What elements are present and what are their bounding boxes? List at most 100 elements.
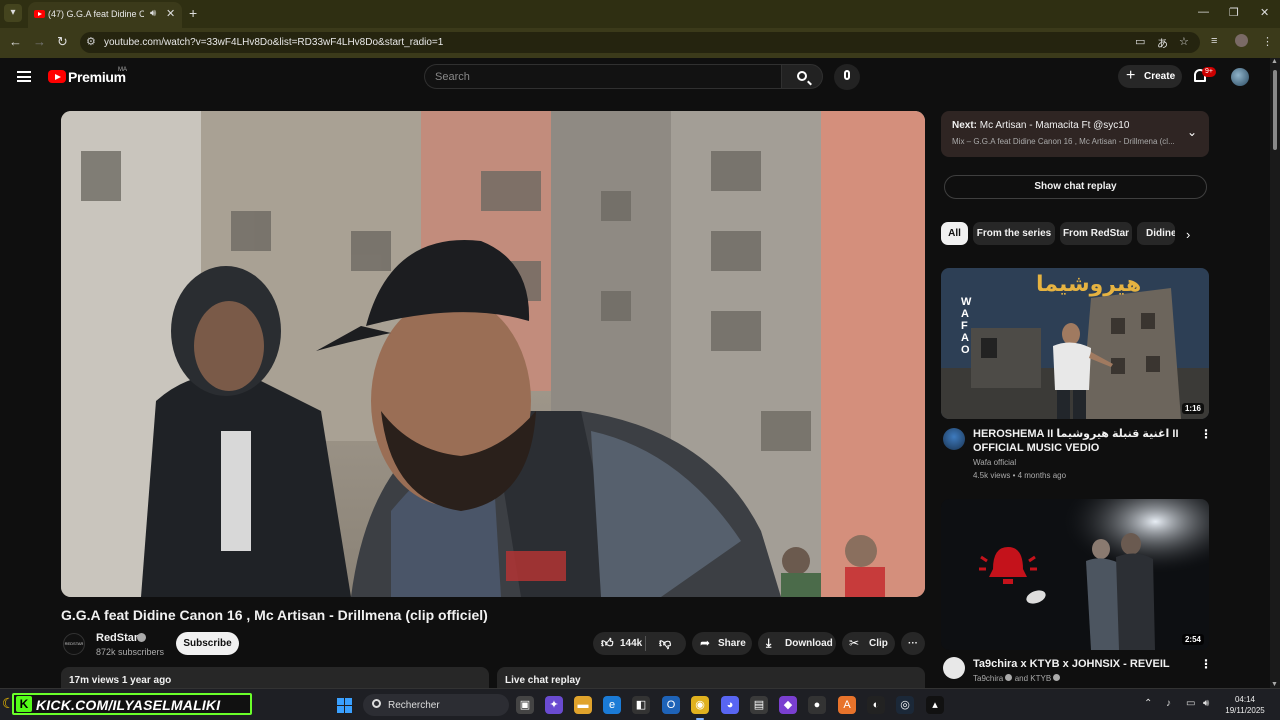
taskbar-search[interactable]: Rechercher <box>363 694 509 716</box>
chip-didine[interactable]: Didine <box>1137 222 1175 245</box>
youtube-favicon-icon <box>34 10 45 18</box>
restore-button[interactable]: ❐ <box>1229 6 1239 19</box>
up-next-title: Next: Mc Artisan - Mamacita Ft @syc10 <box>952 120 1129 131</box>
browser-tab-active[interactable]: (47) G.G.A feat Didine Canon 16 , Mc Art… <box>28 2 182 28</box>
browser-toolbar: ← → ↻ ⚙ youtube.com/watch?v=33wF4LHv8Do&… <box>0 28 1280 58</box>
microphone-tray-icon[interactable]: ♪ <box>1166 698 1171 709</box>
download-button[interactable]: ⤓ Download <box>758 632 836 655</box>
reading-list-icon[interactable]: ≡ <box>1211 35 1217 47</box>
steam-icon[interactable]: ◎ <box>896 696 914 714</box>
site-info-icon[interactable]: ⚙ <box>86 35 96 48</box>
back-arrow-icon[interactable]: ← <box>9 34 22 49</box>
create-label: Create <box>1144 71 1176 82</box>
file-explorer-icon[interactable]: ▬ <box>574 696 592 714</box>
chip-all[interactable]: All <box>941 222 968 245</box>
browser-menu-icon[interactable]: ⋮ <box>1262 35 1273 48</box>
share-button[interactable]: ➦ Share <box>692 632 752 655</box>
video-options-icon[interactable]: ⋮ <box>1200 427 1212 441</box>
live-chat-replay-label: Live chat replay <box>505 675 581 686</box>
scrollbar-thumb[interactable] <box>1273 70 1277 150</box>
account-avatar[interactable] <box>1231 68 1249 86</box>
address-bar[interactable]: ⚙ youtube.com/watch?v=33wF4LHv8Do&list=R… <box>80 32 1200 53</box>
related-video-title[interactable]: Ta9chira x KTYB x JOHNSIX - REVEIL <box>973 657 1183 671</box>
reload-icon[interactable]: ↻ <box>57 34 68 50</box>
window-close-button[interactable]: ✕ <box>1260 6 1269 19</box>
channel-avatar[interactable] <box>943 657 965 679</box>
share-arrow-icon: ➦ <box>700 636 711 650</box>
clip-button[interactable]: ✂ Clip <box>842 632 895 655</box>
search-icon <box>372 699 381 708</box>
show-chat-replay-button[interactable]: Show chat replay <box>944 175 1207 199</box>
create-button[interactable]: + Create <box>1118 65 1182 88</box>
system-clock[interactable]: 04:14 19/11/2025 <box>1220 694 1270 716</box>
more-actions-button[interactable]: ··· <box>901 632 925 655</box>
thumbs-down-icon[interactable]: 👎︎ <box>659 636 671 650</box>
subscribe-button[interactable]: Subscribe <box>176 632 239 655</box>
search-icon <box>797 71 807 81</box>
thumbs-up-icon[interactable]: 👍︎ <box>601 636 614 650</box>
cast-icon[interactable]: ▭ <box>1135 35 1145 48</box>
youtube-logo-icon[interactable] <box>48 70 66 83</box>
minimize-button[interactable]: — <box>1198 6 1209 18</box>
video-options-icon[interactable]: ⋮ <box>1200 657 1212 671</box>
chip-from-the-series[interactable]: From the series <box>973 222 1055 245</box>
network-icon[interactable]: ▭ <box>1186 698 1195 709</box>
app-dark-icon[interactable]: ◐ <box>867 696 885 714</box>
search-button[interactable] <box>781 64 823 89</box>
search-input[interactable] <box>435 70 765 84</box>
up-next-mix-panel[interactable]: Next: Mc Artisan - Mamacita Ft @syc10 Mi… <box>941 111 1209 157</box>
channel-avatar[interactable] <box>943 428 965 450</box>
clock-time: 04:14 <box>1234 695 1256 704</box>
profile-avatar-icon[interactable] <box>1235 34 1248 47</box>
forward-arrow-icon[interactable]: → <box>33 34 46 49</box>
menu-hamburger-icon[interactable] <box>17 71 31 82</box>
app-icon[interactable]: ▤ <box>750 696 768 714</box>
channel-avatar[interactable]: REDSTAR <box>63 633 85 655</box>
app-a-icon[interactable]: A <box>838 696 856 714</box>
volume-icon[interactable]: 🔊︎ <box>1203 698 1209 709</box>
chevron-down-icon[interactable]: ⌄ <box>1187 125 1197 139</box>
page-scrollbar[interactable]: ▲ ▼ <box>1270 58 1280 688</box>
scroll-up-icon[interactable]: ▲ <box>1271 58 1278 65</box>
related-channel-name[interactable]: Ta9chira and KTYB <box>973 674 1061 683</box>
windows-taskbar: ☾ K KICK.COM/ILYASELMALIKI Rechercher ▣ … <box>0 688 1280 720</box>
scroll-down-icon[interactable]: ▼ <box>1271 681 1278 688</box>
up-next-video-title: Mc Artisan - Mamacita Ft @syc10 <box>979 120 1130 131</box>
chrome-icon[interactable]: ◉ <box>691 696 709 720</box>
video-frame <box>61 111 925 597</box>
related-video-title[interactable]: HEROSHEMA II اغنية قنبلة هيروشيما II OFF… <box>973 427 1183 455</box>
task-view-icon[interactable]: ▣ <box>516 696 534 714</box>
channel-name[interactable]: RedStar <box>96 632 138 644</box>
tab-list-button[interactable]: ▾ <box>4 4 22 22</box>
translate-icon[interactable]: あ <box>1157 35 1168 51</box>
edge-browser-icon[interactable]: e <box>603 696 621 714</box>
video-player[interactable] <box>61 111 925 597</box>
copilot-icon[interactable]: ✦ <box>545 696 563 714</box>
related-video-thumbnail[interactable]: 2:54 <box>941 499 1209 650</box>
video-duration: 1:16 <box>1181 403 1204 414</box>
mix-subtitle: Mix – G.G.A feat Didine Canon 16 , Mc Ar… <box>952 137 1175 146</box>
related-channel-extra: and KTYB <box>1014 674 1052 683</box>
tray-overflow-icon[interactable]: ⌃ <box>1144 698 1152 709</box>
like-count[interactable]: 144k <box>620 638 642 649</box>
new-tab-button[interactable]: + <box>189 5 197 21</box>
share-label: Share <box>718 638 746 649</box>
outlook-icon[interactable]: O <box>662 696 680 714</box>
game-controller-icon[interactable]: ◆ <box>779 696 797 714</box>
epic-games-icon[interactable]: ▴ <box>926 696 944 714</box>
bookmark-star-icon[interactable]: ☆ <box>1179 35 1189 48</box>
audio-playing-icon[interactable]: 🔊︎ <box>150 8 156 19</box>
obs-icon[interactable]: ● <box>808 696 826 714</box>
thumbnail-arabic-title: هيروشيما <box>1036 272 1142 297</box>
tab-close-icon[interactable]: ✕ <box>166 7 175 20</box>
browser-tab-strip: ▾ (47) G.G.A feat Didine Canon 16 , Mc A… <box>0 0 1280 28</box>
voice-search-button[interactable] <box>834 64 860 90</box>
like-dislike-group: 👍︎ 144k 👎︎ <box>593 632 686 655</box>
related-video-thumbnail[interactable]: هيروشيما WAFAO 1:16 <box>941 268 1209 419</box>
windows-start-icon[interactable] <box>337 698 352 713</box>
chevron-right-icon[interactable]: › <box>1186 227 1190 242</box>
store-icon[interactable]: ◧ <box>632 696 650 714</box>
chip-from-redstar[interactable]: From RedStar <box>1060 222 1132 245</box>
related-channel-name[interactable]: Wafa official <box>973 458 1016 467</box>
discord-icon[interactable]: ◕ <box>721 696 739 714</box>
